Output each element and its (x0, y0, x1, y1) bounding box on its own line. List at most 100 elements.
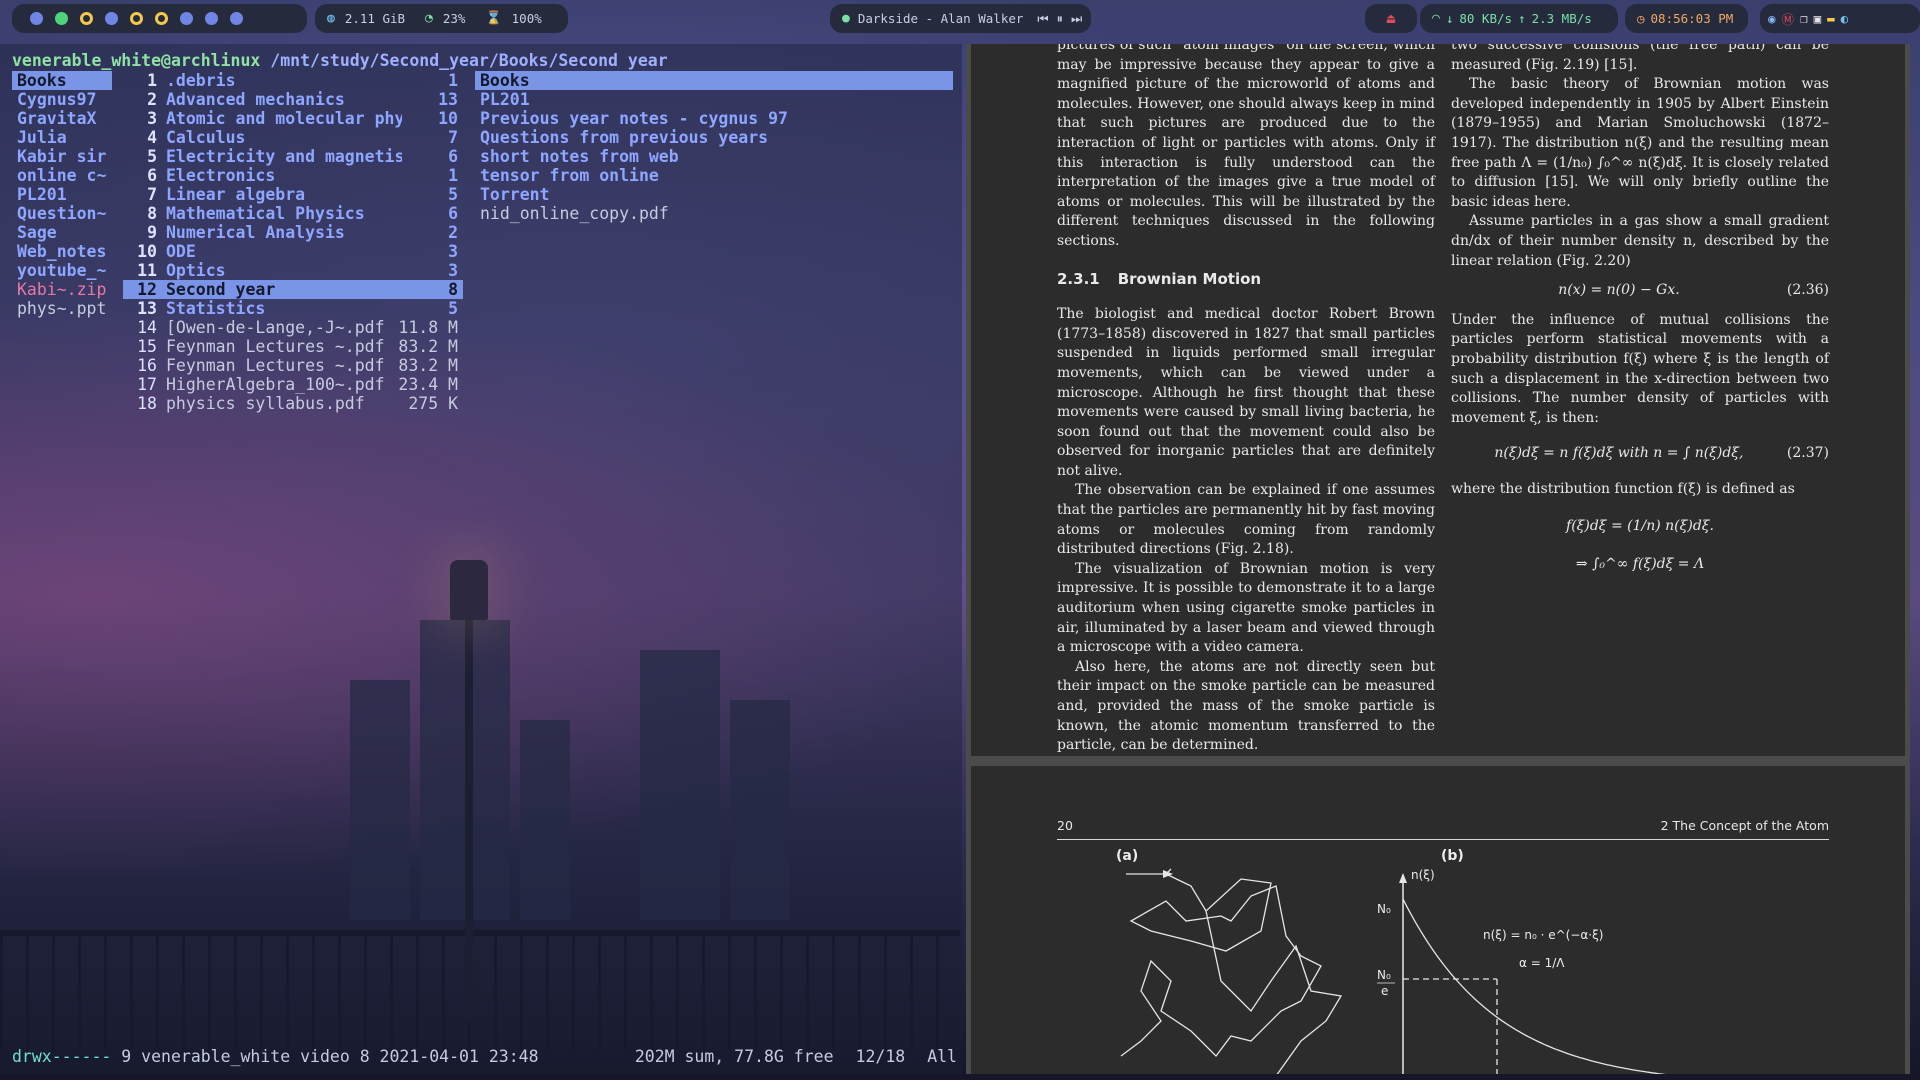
cpu-usage: 23% (442, 11, 466, 26)
entry-index: 18 (137, 394, 157, 413)
parent-dir-entry[interactable]: online c~ (12, 166, 112, 185)
paragraph: The visualization of Brownian motion is … (1057, 560, 1435, 656)
directory-entry[interactable]: 16 Feynman Lectures ~.pdf 83.2 M (123, 356, 463, 375)
pdf-page: pictures of such “atom images” on the sc… (971, 44, 1905, 756)
directory-entry[interactable]: 7 Linear algebra 5 (123, 185, 463, 204)
entry-name: phys~.ppt (17, 299, 107, 318)
directory-entry[interactable]: 14 [Owen-de-Lange,-J~.pdf 11.8 M (123, 318, 463, 337)
directory-entry[interactable]: 4 Calculus 7 (123, 128, 463, 147)
parent-dir-entry[interactable]: youtube_~ (12, 261, 112, 280)
workspace-1-indicator[interactable] (30, 12, 43, 25)
entry-name: HigherAlgebra_100~.pdf (166, 375, 385, 394)
preview-dir-entry[interactable]: Previous year notes - cygnus 97 (475, 109, 953, 128)
parent-dir-entry[interactable]: Kabir sir (12, 147, 112, 166)
preview-dir-entry[interactable]: Questions from previous years (475, 128, 953, 147)
workspace-3-indicator[interactable] (80, 12, 93, 25)
entry-index: 1 (147, 71, 157, 90)
workspace-2-indicator[interactable] (55, 12, 68, 25)
mail-tray-icon[interactable]: Ⓜ (1782, 9, 1795, 28)
paragraph: Assume particles in a gas show a small g… (1451, 213, 1829, 269)
entry-name: Previous year notes - cygnus 97 (480, 109, 788, 128)
file-permissions: drwx------ (12, 1047, 112, 1066)
app-tray-icon[interactable]: ◐ (1841, 11, 1849, 26)
directory-entry[interactable]: 17 HigherAlgebra_100~.pdf 23.4 M (123, 375, 463, 394)
directory-entry[interactable]: 3 Atomic and molecular phys~ 10 (123, 109, 463, 128)
parent-dir-entry[interactable]: GravitaX (12, 109, 112, 128)
entry-size: 6 (448, 204, 458, 223)
entry-name: Web_notes (17, 242, 107, 261)
entry-index: 17 (137, 375, 157, 394)
parent-dir-entry[interactable]: Question~ (12, 204, 112, 223)
directory-entry[interactable]: 6 Electronics 1 (123, 166, 463, 185)
music-player[interactable]: ● Darkside - Alan Walker ⏮ ⏸ ⏭ (830, 4, 1091, 33)
directory-entry[interactable]: 10 ODE 3 (123, 242, 463, 261)
preview-dir-entry[interactable]: nid_online_copy.pdf (475, 204, 953, 223)
clock-time: 08:56:03 PM (1650, 11, 1734, 26)
workspace-7-indicator[interactable] (180, 12, 193, 25)
parent-dir-entry[interactable]: Web_notes (12, 242, 112, 261)
previous-track-icon[interactable]: ⏮ (1037, 11, 1048, 27)
calendar-tray-icon[interactable]: ▣ (1814, 11, 1822, 26)
directory-entry[interactable]: 11 Optics 3 (123, 261, 463, 280)
entry-name: Feynman Lectures ~.pdf (166, 337, 385, 356)
clock: ◷ 08:56:03 PM (1625, 4, 1748, 33)
pause-icon[interactable]: ⏸ (1057, 11, 1063, 27)
terminal-window[interactable]: venerable_white@archlinux /mnt/study/Sec… (0, 44, 962, 1074)
entry-index: 9 (147, 223, 157, 242)
preview-dir-entry[interactable]: Books (475, 71, 953, 90)
equation-number: (2.36) (1786, 282, 1829, 299)
clock-icon: ◷ (1637, 11, 1645, 26)
directory-entry[interactable]: 13 Statistics 5 (123, 299, 463, 318)
directory-entry[interactable]: 18 physics syllabus.pdf 275 K (123, 394, 463, 413)
directory-entry[interactable]: 1 .debris 1 (123, 71, 463, 90)
directory-entry[interactable]: 8 Mathematical Physics 6 (123, 204, 463, 223)
parent-dir-entry[interactable]: Kabi~.zip (12, 280, 112, 299)
preview-dir-entry[interactable]: Torrent (475, 185, 953, 204)
equation-number: (2.37) (1786, 445, 1829, 462)
bell-icon: ⏏ (1386, 10, 1396, 27)
entry-size: 13 (438, 90, 458, 109)
workspace-4-indicator[interactable] (105, 12, 118, 25)
directory-entry[interactable]: 5 Electricity and magnetism 6 (123, 147, 463, 166)
directory-entry[interactable]: 9 Numerical Analysis 2 (123, 223, 463, 242)
next-track-icon[interactable]: ⏭ (1071, 11, 1082, 27)
random-walk-figure (1120, 868, 1343, 1074)
preview-dir-entry[interactable]: short notes from web (475, 147, 953, 166)
distribution-formula: n(ξ) = n₀ · e^(−α·ξ) (1483, 928, 1603, 942)
parent-dir-entry[interactable]: Books (12, 71, 112, 90)
directory-entry[interactable]: 2 Advanced mechanics 13 (123, 90, 463, 109)
chrome-tray-icon[interactable]: ◉ (1768, 11, 1776, 26)
workspace-5-indicator[interactable] (130, 12, 143, 25)
paragraph: Under the influence of mutual collisions… (1451, 311, 1829, 426)
workspace-6-indicator[interactable] (155, 12, 168, 25)
folder-tray-icon[interactable]: ▬ (1827, 11, 1835, 26)
workspace-9-indicator[interactable] (230, 12, 243, 25)
entry-name: Sage (17, 223, 57, 242)
equation-body: ⇒ ∫₀^∞ f(ξ)dξ = Λ (1575, 556, 1705, 573)
entry-name: Atomic and molecular phys~ (166, 109, 402, 128)
preview-dir-entry[interactable]: PL201 (475, 90, 953, 109)
clipboard-tray-icon[interactable]: ❐ (1800, 11, 1808, 26)
parent-dir-entry[interactable]: Sage (12, 223, 112, 242)
cursor-position: 12/18 (855, 1047, 906, 1066)
paragraph: Also here, the atoms are not directly se… (1057, 658, 1435, 754)
directory-entry[interactable]: 15 Feynman Lectures ~.pdf 83.2 M (123, 337, 463, 356)
entry-index: 12 (137, 280, 157, 299)
pdf-viewer[interactable]: pictures of such “atom images” on the sc… (966, 44, 1910, 1074)
entry-name: Julia (17, 128, 67, 147)
notification-indicator[interactable]: ⏏ (1365, 4, 1417, 33)
pdf-page: 20 2 The Concept of the Atom (a) (b) n(ξ… (971, 766, 1905, 1074)
parent-dir-entry[interactable]: Julia (12, 128, 112, 147)
memory-usage: 2.11 GiB (344, 11, 406, 26)
entry-size: 3 (448, 261, 458, 280)
parent-dir-entry[interactable]: PL201 (12, 185, 112, 204)
preview-dir-entry[interactable]: tensor from online (475, 166, 953, 185)
disk-summary: 202M sum, 77.8G free (634, 1047, 834, 1066)
parent-dir-entry[interactable]: Cygnus97 (12, 90, 112, 109)
paragraph: The observation can be explained if one … (1057, 482, 1435, 558)
entry-name: Advanced mechanics (166, 90, 345, 109)
workspace-8-indicator[interactable] (205, 12, 218, 25)
wifi-icon: ◠ (1432, 11, 1440, 26)
parent-dir-entry[interactable]: phys~.ppt (12, 299, 112, 318)
directory-entry[interactable]: 12 Second year 8 (123, 280, 463, 299)
